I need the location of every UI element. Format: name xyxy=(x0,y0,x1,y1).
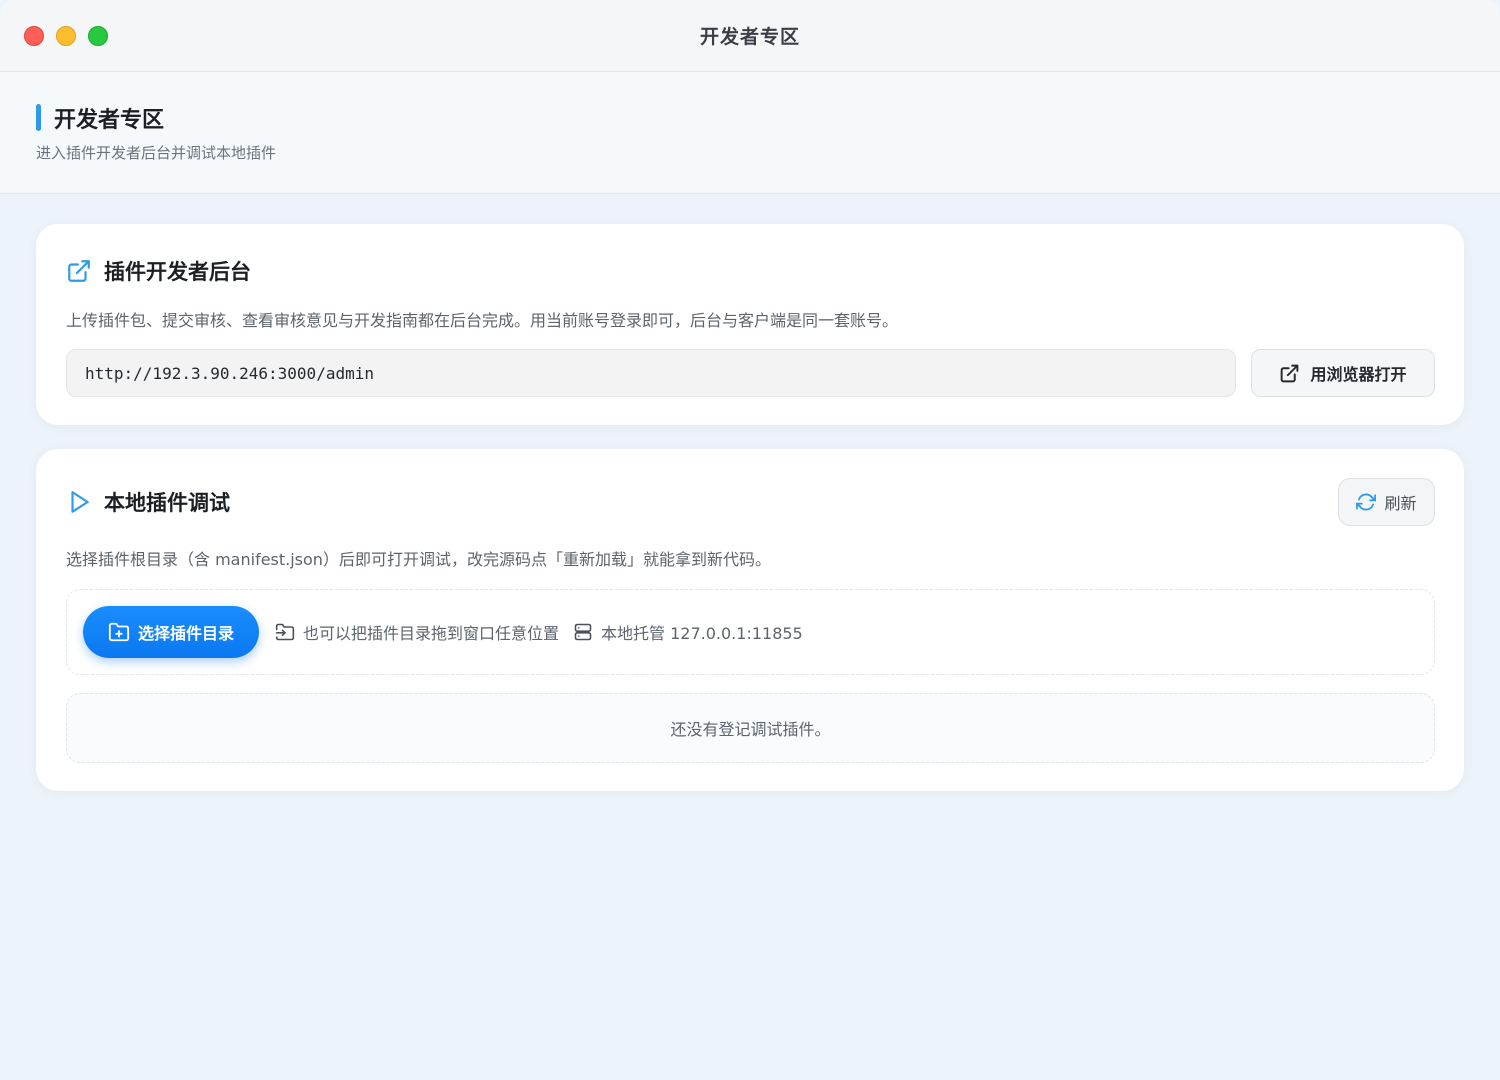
host-hint: 本地托管 127.0.0.1:11855 xyxy=(573,620,803,644)
debug-card-title: 本地插件调试 xyxy=(104,491,230,515)
host-hint-text: 本地托管 127.0.0.1:11855 xyxy=(601,624,803,643)
admin-card-title: 插件开发者后台 xyxy=(104,260,251,284)
empty-plugin-list: 还没有登记调试插件。 xyxy=(66,693,1435,763)
admin-card-header: 插件开发者后台 xyxy=(66,256,251,286)
drag-hint: 也可以把插件目录拖到窗口任意位置 xyxy=(275,620,559,644)
play-icon xyxy=(66,489,92,515)
title-bar: 开发者专区 xyxy=(0,0,1500,72)
drag-hint-text: 也可以把插件目录拖到窗口任意位置 xyxy=(303,624,560,643)
close-window-button[interactable] xyxy=(24,26,44,46)
window-controls xyxy=(24,26,108,46)
folder-plus-icon xyxy=(108,621,130,643)
debug-card-description: 选择插件根目录（含 manifest.json）后即可打开调试，改完源码点「重新… xyxy=(66,550,771,569)
open-in-browser-label: 用浏览器打开 xyxy=(1310,365,1407,384)
debug-card: 本地插件调试 刷新 选择插件根目录（含 manifest.json）后即可打开调… xyxy=(36,449,1464,791)
app-window: 开发者专区 开发者专区 进入插件开发者后台并调试本地插件 插件开发者后台 上传插… xyxy=(0,0,1500,1080)
maximize-window-button[interactable] xyxy=(88,26,108,46)
refresh-button[interactable]: 刷新 xyxy=(1338,478,1435,526)
refresh-label: 刷新 xyxy=(1384,494,1417,513)
page-title: 开发者专区 xyxy=(54,108,165,133)
select-plugin-folder-label: 选择插件目录 xyxy=(137,624,234,643)
open-in-browser-button[interactable]: 用浏览器打开 xyxy=(1251,349,1435,397)
refresh-icon xyxy=(1356,492,1377,512)
server-icon xyxy=(573,622,593,642)
page-header: 开发者专区 进入插件开发者后台并调试本地插件 xyxy=(0,72,1500,194)
external-link-icon xyxy=(66,258,92,284)
title-accent-bar xyxy=(36,104,41,131)
page-subtitle: 进入插件开发者后台并调试本地插件 xyxy=(36,144,277,162)
plugin-drop-zone[interactable]: 选择插件目录 也可以把插件目录拖到窗口任意位置 本地托管 127.0.0.1:1… xyxy=(66,589,1435,675)
empty-state-text: 还没有登记调试插件。 xyxy=(670,720,831,739)
external-link-icon xyxy=(1279,363,1300,384)
select-plugin-folder-button[interactable]: 选择插件目录 xyxy=(83,606,259,658)
debug-card-header: 本地插件调试 xyxy=(66,487,230,517)
admin-url-field[interactable]: http://192.3.90.246:3000/admin xyxy=(66,349,1236,397)
admin-card: 插件开发者后台 上传插件包、提交审核、查看审核意见与开发指南都在后台完成。用当前… xyxy=(36,224,1464,425)
minimize-window-button[interactable] xyxy=(56,26,76,46)
window-title: 开发者专区 xyxy=(699,26,800,48)
admin-card-description: 上传插件包、提交审核、查看审核意见与开发指南都在后台完成。用当前账号登录即可，后… xyxy=(66,311,899,330)
folder-input-icon xyxy=(275,622,295,642)
